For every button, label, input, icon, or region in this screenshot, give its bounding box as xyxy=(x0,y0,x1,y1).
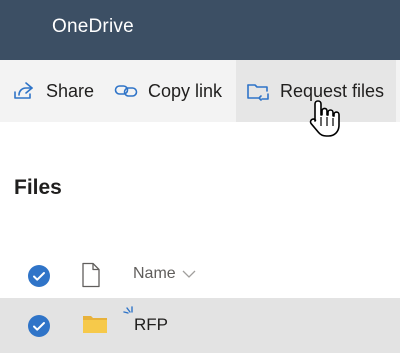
folder-request-icon xyxy=(246,79,270,103)
chevron-down-icon xyxy=(182,270,196,278)
page-title: Files xyxy=(14,176,62,199)
copy-link-button[interactable]: Copy link xyxy=(114,60,222,122)
table-row[interactable]: RFP xyxy=(0,298,400,353)
app-title[interactable]: OneDrive xyxy=(52,16,134,38)
link-icon xyxy=(114,79,138,103)
column-header-name[interactable]: Name xyxy=(133,265,196,283)
share-label: Share xyxy=(46,80,95,101)
select-all-checkbox[interactable] xyxy=(28,265,50,287)
checkmark-icon xyxy=(33,322,45,331)
column-header-name-label: Name xyxy=(133,265,176,282)
file-type-icon xyxy=(82,262,100,288)
hand-pointer-icon xyxy=(309,100,340,137)
share-icon xyxy=(12,79,36,103)
share-button[interactable]: Share xyxy=(12,60,94,122)
checkmark-icon xyxy=(33,272,45,281)
top-bar: OneDrive xyxy=(0,0,400,60)
copy-link-label: Copy link xyxy=(148,80,223,101)
folder-icon xyxy=(83,316,107,333)
row-checkbox[interactable] xyxy=(28,315,50,337)
file-name[interactable]: RFP xyxy=(134,315,168,335)
list-header: Name xyxy=(0,255,400,297)
